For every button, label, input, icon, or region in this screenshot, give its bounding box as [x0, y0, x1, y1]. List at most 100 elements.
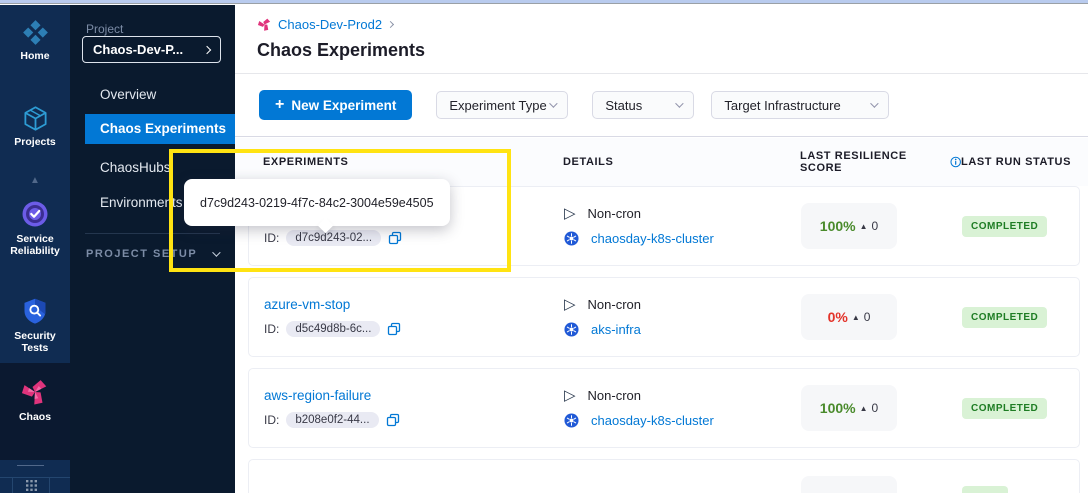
- status-filter[interactable]: Status: [592, 91, 694, 119]
- toolbar: + New Experiment Experiment Type Status …: [235, 74, 1088, 137]
- project-sidebar: Project Chaos-Dev-P... Overview Chaos Ex…: [70, 5, 235, 493]
- score-value: 100%: [820, 400, 856, 416]
- sidebar-item-overview[interactable]: Overview: [70, 80, 235, 110]
- score-cell: 0% ▲ 0: [801, 294, 962, 340]
- status-cell: COMPLETED: [962, 398, 1079, 419]
- details-cell: ▷ Non-cron aks-infra: [564, 297, 801, 337]
- score-value: 100%: [820, 218, 856, 234]
- status-badge: COMPLETED: [962, 398, 1047, 419]
- breadcrumb-project-link[interactable]: Chaos-Dev-Prod2: [278, 17, 382, 32]
- rail-bottom-cell: [0, 478, 13, 493]
- browser-top-strip: [0, 0, 1088, 4]
- infrastructure-link[interactable]: chaosday-k8s-cluster: [591, 231, 714, 246]
- score-delta: 0: [864, 310, 871, 324]
- sidebar-item-label: ChaosHubs: [100, 160, 171, 175]
- delta-up-icon: ▲: [860, 404, 868, 413]
- chevron-down-icon: [212, 248, 220, 256]
- play-icon: ▷: [564, 206, 576, 221]
- experiment-id-chip[interactable]: d5c49d8b-6c...: [286, 321, 380, 337]
- schedule-type: Non-cron: [588, 297, 641, 312]
- score-cell: 100% ▲ 0: [801, 385, 962, 431]
- experiment-id-row: ID: d5c49d8b-6c...: [264, 321, 564, 337]
- rail-label-security-tests: Security Tests: [0, 330, 70, 354]
- experiment-name-link[interactable]: aws-region-failure: [264, 388, 564, 403]
- copy-icon[interactable]: [386, 413, 400, 427]
- home-icon: [22, 19, 49, 46]
- experiment-cell: aws-region-failure ID: b208e0f2-44...: [264, 388, 564, 428]
- experiment-id-chip[interactable]: d7c9d243-02...: [286, 230, 381, 246]
- projects-icon: [22, 105, 49, 132]
- infrastructure-link[interactable]: aks-infra: [591, 322, 641, 337]
- kubernetes-infra-icon: [564, 413, 579, 428]
- rail-item-home[interactable]: Home: [0, 19, 70, 62]
- chevron-right-icon: [387, 21, 394, 28]
- sidebar-item-label: Environments: [100, 195, 183, 210]
- new-experiment-label: New Experiment: [291, 98, 396, 113]
- rail-item-service-reliability[interactable]: Service Reliability: [0, 199, 70, 257]
- chevron-right-icon: [203, 45, 211, 53]
- status-cell: COMPLETED: [962, 307, 1079, 328]
- page-title: Chaos Experiments: [257, 40, 425, 61]
- project-selector-value: Chaos-Dev-P...: [93, 42, 183, 57]
- status-badge: [962, 486, 1008, 493]
- score-delta: 0: [872, 219, 879, 233]
- status-badge: COMPLETED: [962, 216, 1047, 237]
- rail-item-security-tests[interactable]: Security Tests: [0, 296, 70, 354]
- info-icon[interactable]: [950, 156, 961, 168]
- filter-label: Status: [605, 98, 642, 113]
- table-row[interactable]: azure-web-app-access-restrict ▷ Non-cron: [248, 459, 1080, 493]
- resilience-score-card: 0% ▲ 0: [801, 294, 897, 340]
- schedule-type: Non-cron: [588, 206, 641, 221]
- grid-icon: [26, 480, 37, 491]
- service-reliability-icon: [20, 199, 50, 229]
- new-experiment-button[interactable]: + New Experiment: [259, 90, 412, 120]
- resilience-score-card: 100% ▲ 0: [801, 385, 897, 431]
- play-icon: ▷: [564, 297, 576, 312]
- table-row[interactable]: azure-vm-stop ID: d5c49d8b-6c... ▷ Non-c…: [248, 277, 1080, 357]
- rail-bottom-bar: [0, 477, 70, 493]
- experiments-table: ID: d7c9d243-02... ▷ Non-cron: [235, 186, 1088, 493]
- experiment-id-row: ID: b208e0f2-44...: [264, 412, 564, 428]
- score-cell: 100% ▲ 0: [801, 203, 962, 249]
- sidebar-item-label: Chaos Experiments: [100, 121, 226, 136]
- rail-item-projects[interactable]: Projects: [0, 105, 70, 148]
- security-tests-icon: [21, 296, 49, 326]
- chaos-breadcrumb-icon: [257, 17, 272, 32]
- experiment-type-filter[interactable]: Experiment Type: [436, 91, 568, 119]
- kubernetes-infra-icon: [564, 322, 579, 337]
- experiment-name-link[interactable]: azure-vm-stop: [264, 297, 564, 312]
- status-cell: [962, 486, 1079, 493]
- infrastructure-link[interactable]: chaosday-k8s-cluster: [591, 413, 714, 428]
- rail-item-chaos[interactable]: Chaos: [0, 363, 70, 460]
- chevron-down-icon: [550, 99, 558, 107]
- plus-icon: +: [275, 97, 284, 113]
- project-setup-label: PROJECT SETUP: [86, 248, 197, 260]
- status-cell: COMPLETED: [962, 216, 1079, 237]
- rail-label-chaos: Chaos: [0, 411, 70, 423]
- copy-icon[interactable]: [387, 322, 401, 336]
- rail-divider: [17, 465, 44, 466]
- status-badge: COMPLETED: [962, 307, 1047, 328]
- filter-label: Experiment Type: [449, 98, 546, 113]
- delta-up-icon: ▲: [852, 313, 860, 322]
- rail-scroll-up-icon[interactable]: ▲: [0, 175, 70, 186]
- resilience-score-card: 100% ▲ 0: [801, 203, 897, 249]
- target-infrastructure-filter[interactable]: Target Infrastructure: [711, 91, 889, 119]
- project-selector[interactable]: Chaos-Dev-P...: [82, 36, 221, 63]
- score-delta: 0: [872, 401, 879, 415]
- sidebar-item-chaos-experiments[interactable]: Chaos Experiments: [85, 114, 235, 144]
- col-resilience-score: LAST RESILIENCE SCORE: [800, 150, 961, 174]
- sidebar-item-label: Overview: [100, 87, 156, 102]
- score-value: 0%: [828, 309, 848, 325]
- sidebar-divider: [85, 233, 220, 234]
- project-setup-section[interactable]: PROJECT SETUP: [86, 248, 226, 260]
- rail-label-service-reliability: Service Reliability: [0, 233, 70, 257]
- col-details: DETAILS: [563, 156, 800, 168]
- copy-icon[interactable]: [388, 231, 402, 245]
- breadcrumb: Chaos-Dev-Prod2: [257, 17, 393, 32]
- app-grid-button[interactable]: [13, 478, 49, 493]
- chevron-down-icon: [871, 99, 879, 107]
- experiment-id-chip[interactable]: b208e0f2-44...: [286, 412, 378, 428]
- table-row[interactable]: aws-region-failure ID: b208e0f2-44... ▷ …: [248, 368, 1080, 448]
- experiment-id-row: ID: d7c9d243-02...: [264, 230, 564, 246]
